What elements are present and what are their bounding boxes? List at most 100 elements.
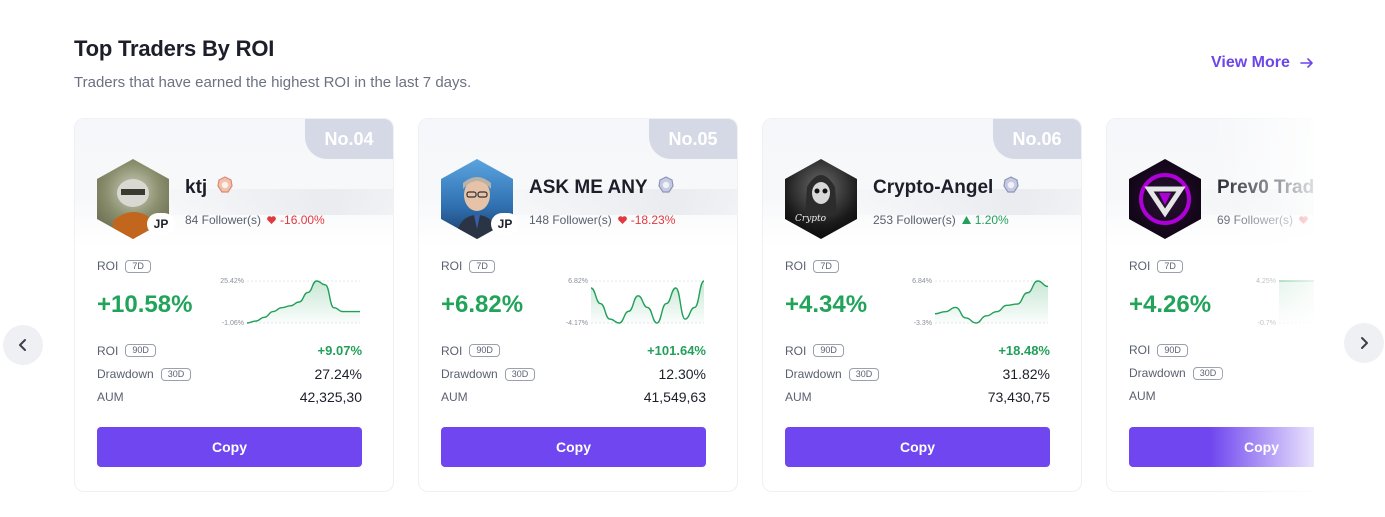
roi-7d-value: +4.26% bbox=[1129, 291, 1212, 318]
spark-min-label: -4.17% bbox=[566, 320, 588, 327]
carousel-prev-button[interactable] bbox=[3, 325, 43, 365]
trader-name[interactable]: ktj bbox=[185, 177, 207, 199]
follower-count: 148 Follower(s) bbox=[529, 213, 612, 227]
triangle-up-icon bbox=[961, 216, 971, 224]
aum-label: AUM bbox=[785, 390, 812, 404]
aum-row: AUM 41,549,63 bbox=[441, 389, 706, 405]
followers-row: 84 Follower(s) -16.00% bbox=[185, 213, 325, 227]
svg-text:Crypto: Crypto bbox=[795, 214, 827, 224]
bronze-badge-icon bbox=[215, 175, 235, 200]
period-pill-7d: 7D bbox=[1157, 259, 1183, 273]
trader-card[interactable]: No.04 JP ktj 84 Follower(s) -16.00% ROI … bbox=[74, 118, 394, 492]
heart-icon bbox=[1299, 216, 1308, 224]
trader-name[interactable]: Crypto-Angel bbox=[873, 177, 993, 199]
follower-change: 1.20% bbox=[961, 213, 1009, 227]
period-pill-30d: 30D bbox=[504, 367, 536, 381]
trader-carousel: No.04 JP ktj 84 Follower(s) -16.00% ROI … bbox=[74, 118, 1314, 496]
roi-label: ROI bbox=[97, 343, 119, 358]
trader-card[interactable]: No.05 JP ASK ME ANY 148 Follower(s) -18.… bbox=[418, 118, 738, 492]
follower-change: -16.00% bbox=[267, 213, 325, 227]
roi-90d-value: +18.48% bbox=[998, 343, 1050, 358]
period-pill-90d: 90D bbox=[813, 344, 844, 357]
roi-label: ROI bbox=[441, 343, 463, 358]
trader-card[interactable]: No.07 Prev0 Trader 69 Follower(s) ROI 7D… bbox=[1106, 118, 1314, 492]
roi-7d-label: ROI 7D bbox=[441, 259, 706, 273]
roi-sparkline: 6.82% -4.17% bbox=[566, 278, 705, 327]
period-pill-7d: 7D bbox=[469, 259, 495, 273]
section-title: Top Traders By ROI bbox=[74, 36, 275, 61]
spark-area bbox=[935, 281, 1048, 323]
trader-name-row: Crypto-Angel bbox=[873, 175, 1021, 200]
silver-badge-icon bbox=[1001, 175, 1021, 200]
roi-90d-row: ROI 90D +18.48% bbox=[785, 343, 1050, 358]
followers-row: 69 Follower(s) bbox=[1217, 213, 1312, 227]
trader-name[interactable]: ASK ME ANY bbox=[529, 177, 648, 199]
aum-label: AUM bbox=[1129, 389, 1156, 403]
avatar-image: Crypto bbox=[785, 159, 857, 239]
roi-7d-value: +4.34% bbox=[785, 291, 868, 318]
follower-count: 253 Follower(s) bbox=[873, 213, 956, 227]
aum-row: AUM bbox=[1129, 389, 1314, 403]
follower-count: 84 Follower(s) bbox=[185, 213, 262, 227]
drawdown-label: Drawdown bbox=[441, 367, 498, 381]
drawdown-value: 31.82% bbox=[1002, 366, 1050, 382]
view-more-label: View More bbox=[1211, 54, 1290, 71]
copy-button[interactable]: Copy bbox=[1129, 427, 1314, 467]
roi-7d-label: ROI 7D bbox=[97, 259, 362, 273]
trader-avatar[interactable]: JP bbox=[441, 159, 519, 239]
roi-label: ROI bbox=[97, 259, 119, 273]
trader-card[interactable]: No.06 Crypto Crypto-Angel 253 Follower(s… bbox=[762, 118, 1082, 492]
aum-value: 73,430,75 bbox=[987, 389, 1050, 405]
roi-label: ROI bbox=[441, 259, 463, 273]
roi-sparkline: 4.25% -0.7% bbox=[1256, 278, 1314, 327]
chevron-right-icon bbox=[1361, 337, 1368, 349]
country-code: JP bbox=[491, 213, 519, 235]
view-more-link[interactable]: View More bbox=[1211, 54, 1314, 72]
drawdown-value: 12.30% bbox=[658, 366, 706, 382]
roi-90d-value: +101.64% bbox=[647, 343, 706, 358]
roi-label: ROI bbox=[1129, 259, 1151, 273]
copy-button[interactable]: Copy bbox=[97, 427, 362, 467]
follower-change: -18.23% bbox=[617, 213, 676, 227]
roi-label: ROI bbox=[785, 343, 807, 358]
trader-name-row: ASK ME ANY bbox=[529, 175, 676, 200]
roi-90d-value: +9.07% bbox=[317, 343, 362, 358]
country-code: JP bbox=[147, 213, 175, 235]
period-pill-7d: 7D bbox=[813, 259, 839, 273]
period-pill-90d: 90D bbox=[125, 344, 156, 357]
trader-avatar[interactable]: Crypto bbox=[785, 159, 857, 239]
trader-stats: ROI 7D +4.26% 4.25% -0.7% ROI 90D Drawdown… bbox=[1129, 259, 1314, 403]
copy-button[interactable]: Copy bbox=[785, 427, 1050, 467]
drawdown-label: Drawdown bbox=[1129, 366, 1186, 380]
follower-change bbox=[1299, 216, 1312, 224]
aum-label: AUM bbox=[441, 390, 468, 404]
heart-icon bbox=[267, 216, 276, 224]
roi-sparkline: 6.84% -3.3% bbox=[912, 278, 1049, 327]
trader-name[interactable]: Prev0 Trader bbox=[1217, 177, 1314, 199]
spark-min-label: -1.06% bbox=[222, 320, 244, 327]
trader-avatar[interactable] bbox=[1129, 159, 1201, 239]
aum-label: AUM bbox=[97, 390, 124, 404]
spark-max-label: 25.42% bbox=[220, 278, 244, 285]
copy-button[interactable]: Copy bbox=[441, 427, 706, 467]
drawdown-row: Drawdown 30D 31.82% bbox=[785, 366, 1050, 382]
drawdown-label: Drawdown bbox=[97, 367, 154, 381]
rank-badge: No.04 bbox=[305, 119, 393, 159]
trader-avatar[interactable]: JP bbox=[97, 159, 175, 239]
spark-min-label: -0.7% bbox=[1258, 320, 1276, 327]
spark-max-label: 6.82% bbox=[568, 278, 588, 285]
period-pill-30d: 30D bbox=[848, 367, 880, 381]
aum-value: 42,325,30 bbox=[299, 389, 362, 405]
rank-badge: No.05 bbox=[649, 119, 737, 159]
follower-change-value: -18.23% bbox=[630, 213, 676, 227]
follower-change-value: 1.20% bbox=[974, 213, 1009, 227]
roi-7d-label: ROI 7D bbox=[1129, 259, 1314, 273]
trader-stats: ROI 7D +6.82% 6.82% -4.17% ROI 90D +101.64… bbox=[441, 259, 706, 405]
roi-label: ROI bbox=[785, 259, 807, 273]
trader-name-row: Prev0 Trader bbox=[1217, 175, 1314, 200]
carousel-next-button[interactable] bbox=[1344, 323, 1384, 363]
arrow-right-icon bbox=[1300, 58, 1313, 68]
roi-label: ROI bbox=[1129, 343, 1151, 357]
follower-count: 69 Follower(s) bbox=[1217, 213, 1294, 227]
period-pill-7d: 7D bbox=[125, 259, 151, 273]
